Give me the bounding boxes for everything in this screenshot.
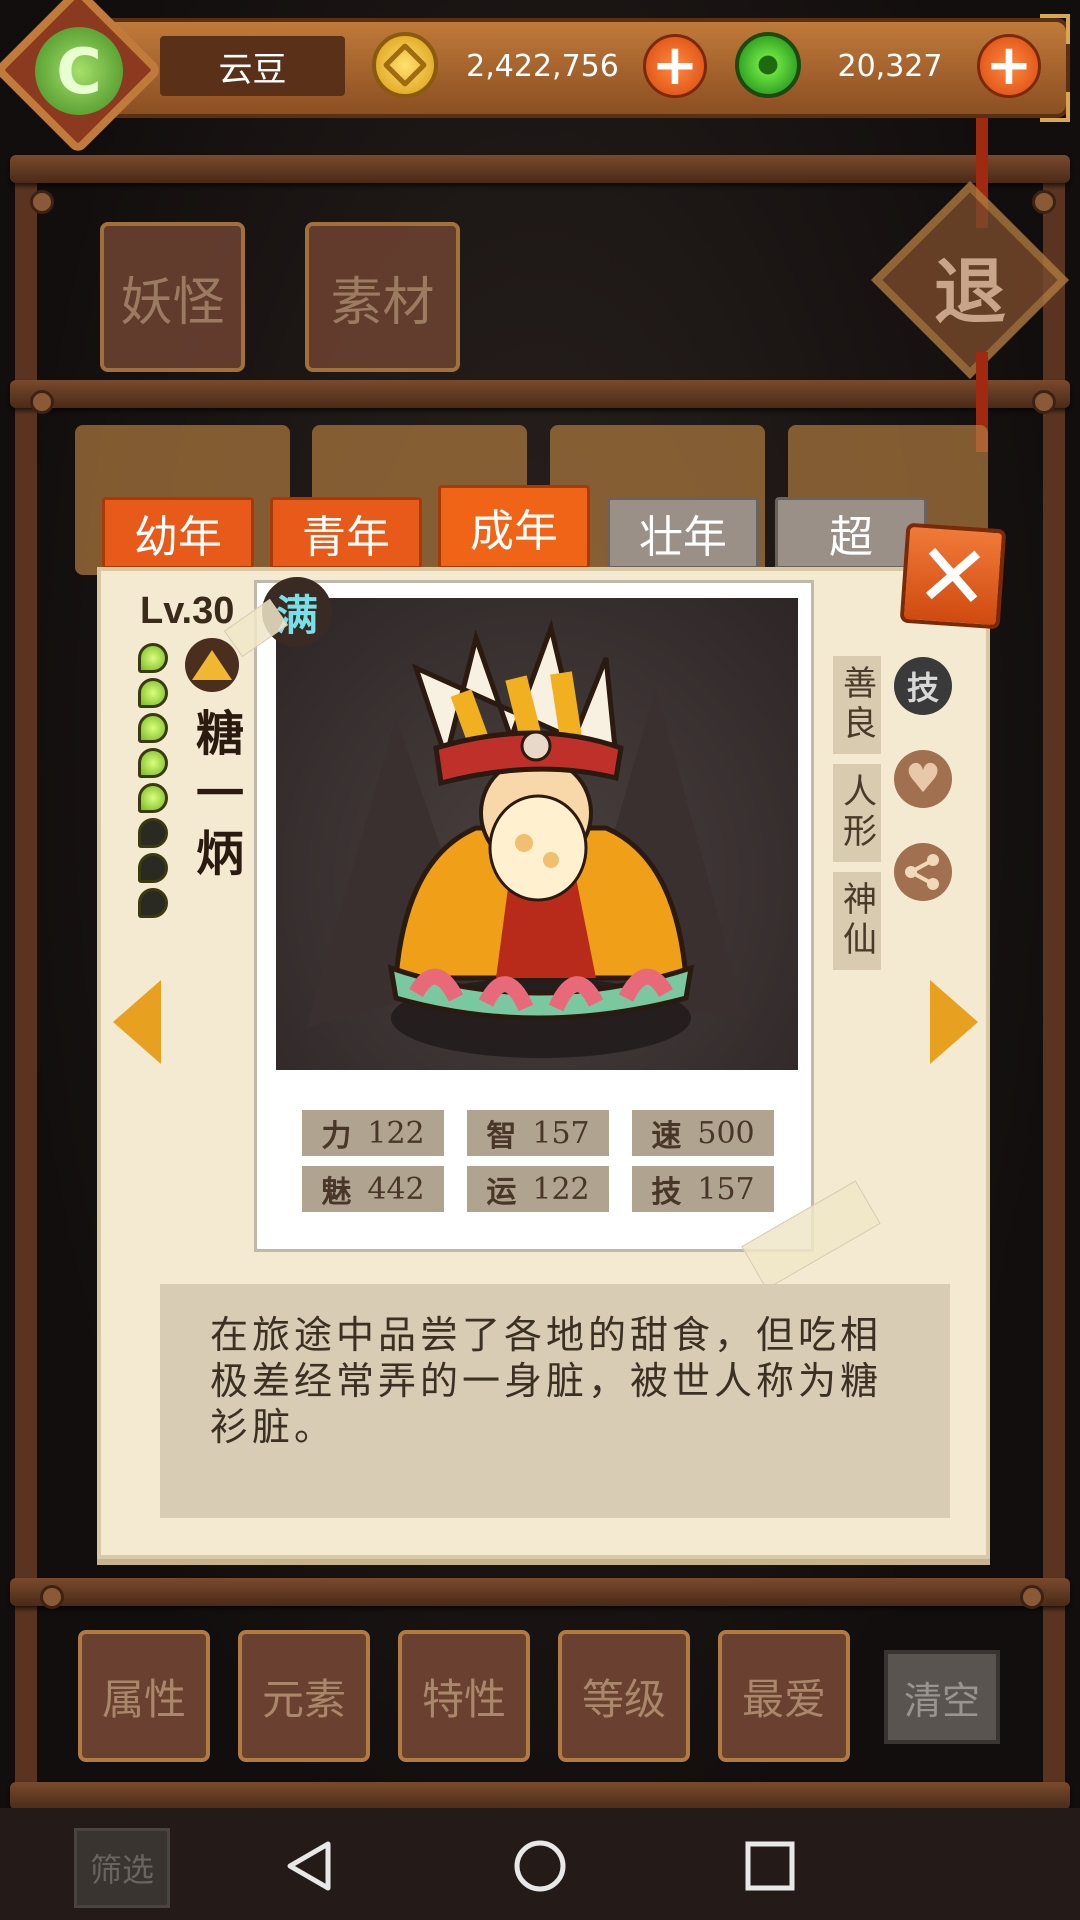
stat-key: 速 bbox=[651, 1119, 682, 1154]
stat-charm: 魅 442 bbox=[302, 1166, 444, 1212]
tab-label: 幼年 bbox=[134, 512, 222, 563]
tab-adult[interactable]: 成年 bbox=[438, 485, 590, 569]
add-jade-button[interactable]: + bbox=[977, 34, 1041, 98]
character-description: 在旅途中品尝了各地的甜食，但吃相极差经常弄的一身脏，被世人称为糖衫脏。 bbox=[210, 1313, 883, 1449]
corner-ornament bbox=[1040, 14, 1070, 44]
bolt bbox=[1020, 1585, 1044, 1609]
stat-value: 500 bbox=[697, 1115, 755, 1151]
trait-tag: 人形 bbox=[833, 764, 881, 862]
tab-prime[interactable]: 壮年 bbox=[607, 497, 759, 569]
shelf-beam-top bbox=[10, 155, 1070, 183]
tab-label: 青年 bbox=[302, 512, 390, 563]
tab-young[interactable]: 青年 bbox=[270, 497, 422, 569]
growth-bead bbox=[138, 783, 168, 813]
filter-element-button[interactable]: 元素 bbox=[238, 1630, 370, 1762]
bolt bbox=[30, 190, 54, 214]
character-name: 糖一炳 bbox=[187, 708, 243, 888]
filter-trait-button[interactable]: 特性 bbox=[398, 1630, 530, 1762]
filter-label: 元素 bbox=[261, 1674, 346, 1724]
filter-label: 属性 bbox=[101, 1674, 186, 1724]
growth-bead bbox=[138, 853, 168, 883]
tab-youth[interactable]: 幼年 bbox=[102, 497, 254, 569]
corner-ornament bbox=[1040, 92, 1070, 122]
dragon-logo-icon: C bbox=[35, 27, 123, 115]
shelf-beam-bottom bbox=[10, 1782, 1070, 1810]
growth-bead bbox=[138, 713, 168, 743]
bolt bbox=[30, 390, 54, 414]
filter-label: 最爱 bbox=[741, 1674, 826, 1724]
character-level: Lv.30 bbox=[140, 590, 235, 632]
add-coins-button[interactable]: + bbox=[643, 34, 707, 98]
stat-intelligence: 智 157 bbox=[467, 1110, 609, 1156]
tab-label: 壮年 bbox=[639, 512, 727, 563]
next-arrow-button[interactable] bbox=[930, 980, 978, 1064]
stat-value: 157 bbox=[697, 1171, 755, 1207]
stat-luck: 运 122 bbox=[467, 1166, 609, 1212]
player-name: 云豆 bbox=[160, 36, 345, 96]
bolt bbox=[40, 1585, 64, 1609]
bolt bbox=[1032, 190, 1056, 214]
category-material-tab[interactable]: 素材 bbox=[305, 222, 460, 372]
filter-attribute-button[interactable]: 属性 bbox=[78, 1630, 210, 1762]
home-icon[interactable] bbox=[510, 1836, 570, 1896]
screen-button[interactable]: 筛选 bbox=[74, 1828, 170, 1908]
filter-label: 特性 bbox=[421, 1674, 506, 1724]
stat-value: 442 bbox=[367, 1171, 425, 1207]
shelf-beam-middle bbox=[10, 380, 1070, 408]
growth-bead bbox=[138, 818, 168, 848]
prev-arrow-button[interactable] bbox=[113, 980, 161, 1064]
growth-bead bbox=[138, 748, 168, 778]
trait-tag: 神仙 bbox=[833, 872, 881, 970]
stat-value: 122 bbox=[532, 1171, 590, 1207]
category-monster-tab[interactable]: 妖怪 bbox=[100, 222, 245, 372]
mountain-icon bbox=[185, 638, 239, 692]
stat-strength: 力 122 bbox=[302, 1110, 444, 1156]
category-label: 素材 bbox=[330, 272, 435, 333]
shelf-beam-lower bbox=[10, 1578, 1070, 1606]
share-icon[interactable] bbox=[894, 843, 952, 901]
stat-skill: 技 157 bbox=[632, 1166, 774, 1212]
heart-icon[interactable]: ♥ bbox=[894, 750, 952, 808]
stat-key: 魅 bbox=[321, 1175, 352, 1210]
filter-level-button[interactable]: 等级 bbox=[558, 1630, 690, 1762]
stat-value: 157 bbox=[532, 1115, 590, 1151]
stat-value: 122 bbox=[367, 1115, 425, 1151]
character-portrait bbox=[276, 598, 798, 1070]
category-label: 妖怪 bbox=[120, 272, 225, 333]
growth-bead bbox=[138, 678, 168, 708]
skill-icon[interactable]: 技 bbox=[894, 657, 952, 715]
stat-key: 运 bbox=[486, 1175, 517, 1210]
trait-tag: 善良 bbox=[833, 656, 881, 754]
growth-bead bbox=[138, 888, 168, 918]
close-button[interactable]: ✕ bbox=[899, 522, 1007, 630]
stat-key: 智 bbox=[486, 1119, 517, 1154]
recents-icon[interactable] bbox=[740, 1836, 800, 1896]
filter-label: 等级 bbox=[581, 1674, 666, 1724]
growth-beads bbox=[138, 643, 172, 923]
exit-label: 退 bbox=[933, 248, 1006, 334]
stat-key: 技 bbox=[651, 1175, 682, 1210]
share-glyph bbox=[905, 854, 939, 890]
bolt bbox=[1032, 390, 1056, 414]
filter-favorite-button[interactable]: 最爱 bbox=[718, 1630, 850, 1762]
stat-key: 力 bbox=[321, 1119, 352, 1154]
back-icon[interactable] bbox=[280, 1836, 340, 1896]
monk-illustration bbox=[306, 619, 746, 1058]
coin-amount: 2,422,756 bbox=[466, 48, 619, 84]
jade-amount: 20,327 bbox=[837, 48, 943, 84]
tab-label: 成年 bbox=[470, 506, 558, 557]
clear-filter-button[interactable]: 清空 bbox=[884, 1650, 1000, 1744]
jade-icon bbox=[735, 32, 801, 98]
coin-icon bbox=[372, 32, 438, 98]
stat-speed: 速 500 bbox=[632, 1110, 774, 1156]
tab-label: 超 bbox=[829, 512, 873, 563]
growth-bead bbox=[138, 643, 168, 673]
